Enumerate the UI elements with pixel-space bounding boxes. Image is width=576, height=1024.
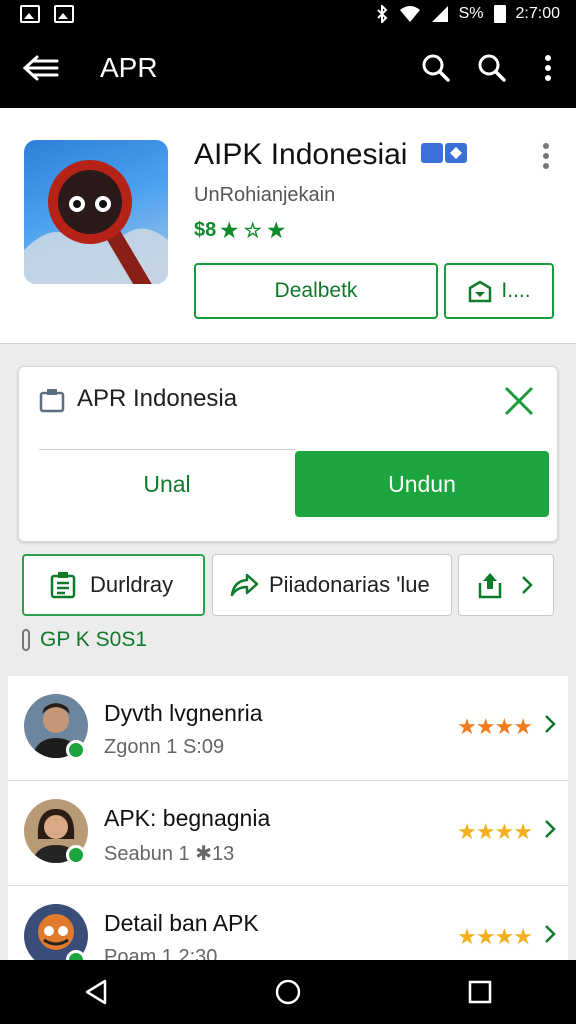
- nav-recents-icon: [468, 980, 492, 1004]
- nav-recents-button[interactable]: [440, 960, 520, 1024]
- clipboard-list-icon: [50, 572, 76, 599]
- upload-box-icon: [478, 573, 502, 599]
- back-arrow-icon: [22, 55, 59, 81]
- rating-stars: ★ ☆ ★: [220, 220, 286, 242]
- online-status-icon: [66, 845, 86, 865]
- app-bar: APR: [0, 28, 576, 108]
- close-button[interactable]: [499, 381, 539, 421]
- app-name-text: AIPK Indonesiai: [194, 138, 408, 171]
- image-notification-icon: [54, 5, 74, 23]
- dialog-title: APR Indonesia: [77, 385, 238, 412]
- list-item[interactable]: Dyvth lvgnenria Zgonn 1 S:09 ★★★★: [8, 676, 568, 781]
- gallery-notification-icon: [20, 5, 40, 23]
- clock: 2:7:00: [515, 5, 560, 22]
- item-rating: ★★★★: [457, 924, 533, 949]
- item-subtitle: Zgonn 1 S:09: [104, 736, 225, 758]
- more-vert-icon: [543, 143, 549, 169]
- search-button[interactable]: [408, 28, 464, 108]
- dialog-left-button[interactable]: Unal: [39, 451, 295, 517]
- bluetooth-icon: [376, 5, 388, 23]
- section-header: GP K S0S1: [22, 628, 147, 652]
- nav-back-button[interactable]: [56, 960, 136, 1024]
- nav-home-icon: [275, 979, 301, 1005]
- chevron-right-icon: [522, 576, 533, 594]
- app-header-card: AIPK Indonesiai UnRohianjekain $8 ★ ☆ ★ …: [0, 108, 576, 344]
- primary-action-label: Dealbetk: [274, 279, 358, 302]
- bullet-icon: [22, 629, 30, 651]
- nav-home-button[interactable]: [248, 960, 328, 1024]
- item-rating: ★★★★: [457, 819, 533, 844]
- status-bar: S% 2:7:00: [0, 0, 576, 28]
- item-title: Dyvth lvgnenria: [104, 700, 263, 726]
- list-item[interactable]: Detail ban APK Poam 1 2:30 ★★★★: [8, 886, 568, 960]
- more-vert-icon: [545, 55, 551, 81]
- app-name: AIPK Indonesiai: [194, 138, 468, 172]
- app-bar-title: APR: [100, 52, 158, 83]
- install-dialog: APR Indonesia Unal Undun: [18, 366, 558, 542]
- chip-share[interactable]: Piiadonarias 'lue: [212, 554, 452, 616]
- price-text: $8: [194, 219, 217, 241]
- nav-back-icon: [85, 979, 107, 1005]
- dialog-right-button[interactable]: Undun: [295, 451, 549, 517]
- card-menu-button[interactable]: [532, 136, 560, 176]
- section-title: GP K S0S1: [40, 628, 148, 651]
- search-button-2[interactable]: [464, 28, 520, 108]
- online-status-icon: [66, 740, 86, 760]
- chip-more[interactable]: [458, 554, 554, 616]
- chip-label: Durldray: [90, 572, 174, 597]
- item-title: Detail ban APK: [104, 910, 259, 936]
- chevron-right-icon: [545, 715, 556, 733]
- review-list: Dyvth lvgnenria Zgonn 1 S:09 ★★★★ APK: b…: [8, 676, 568, 960]
- developer-name: UnRohianjekain: [194, 184, 336, 206]
- secondary-action-label: I....: [501, 279, 531, 302]
- chevron-right-icon: [545, 925, 556, 943]
- item-subtitle: Seabun 1 ✱13: [104, 843, 235, 865]
- secondary-action-button[interactable]: I....: [444, 263, 554, 319]
- item-subtitle: Poam 1 2:30: [104, 946, 218, 960]
- list-item[interactable]: APK: begnagnia Seabun 1 ✱13 ★★★★: [8, 781, 568, 886]
- clipboard-icon: [39, 389, 65, 413]
- item-title: APK: begnagnia: [104, 805, 271, 831]
- primary-action-button[interactable]: Dealbetk: [194, 263, 438, 319]
- search-icon: [422, 54, 450, 82]
- app-icon: [24, 140, 168, 284]
- dialog-divider: [39, 449, 295, 450]
- signal-icon: [431, 6, 448, 22]
- share-icon: [230, 573, 259, 597]
- back-button[interactable]: [0, 28, 82, 108]
- wifi-icon: [399, 6, 420, 22]
- chip-durldray[interactable]: Durldray: [22, 554, 205, 616]
- overflow-menu-button[interactable]: [520, 28, 576, 108]
- item-rating: ★★★★: [457, 714, 533, 739]
- price-rating: $8 ★ ☆ ★: [194, 218, 285, 243]
- battery-icon: [493, 5, 506, 23]
- download-box-icon: [469, 280, 492, 303]
- battery-percent: S%: [458, 5, 484, 22]
- close-icon: [504, 386, 534, 416]
- system-nav-bar: [0, 960, 576, 1024]
- verified-badge-icon: [420, 143, 467, 164]
- chevron-right-icon: [545, 820, 556, 838]
- chip-label: Piiadonarias 'lue: [269, 572, 430, 597]
- search-icon: [478, 54, 506, 82]
